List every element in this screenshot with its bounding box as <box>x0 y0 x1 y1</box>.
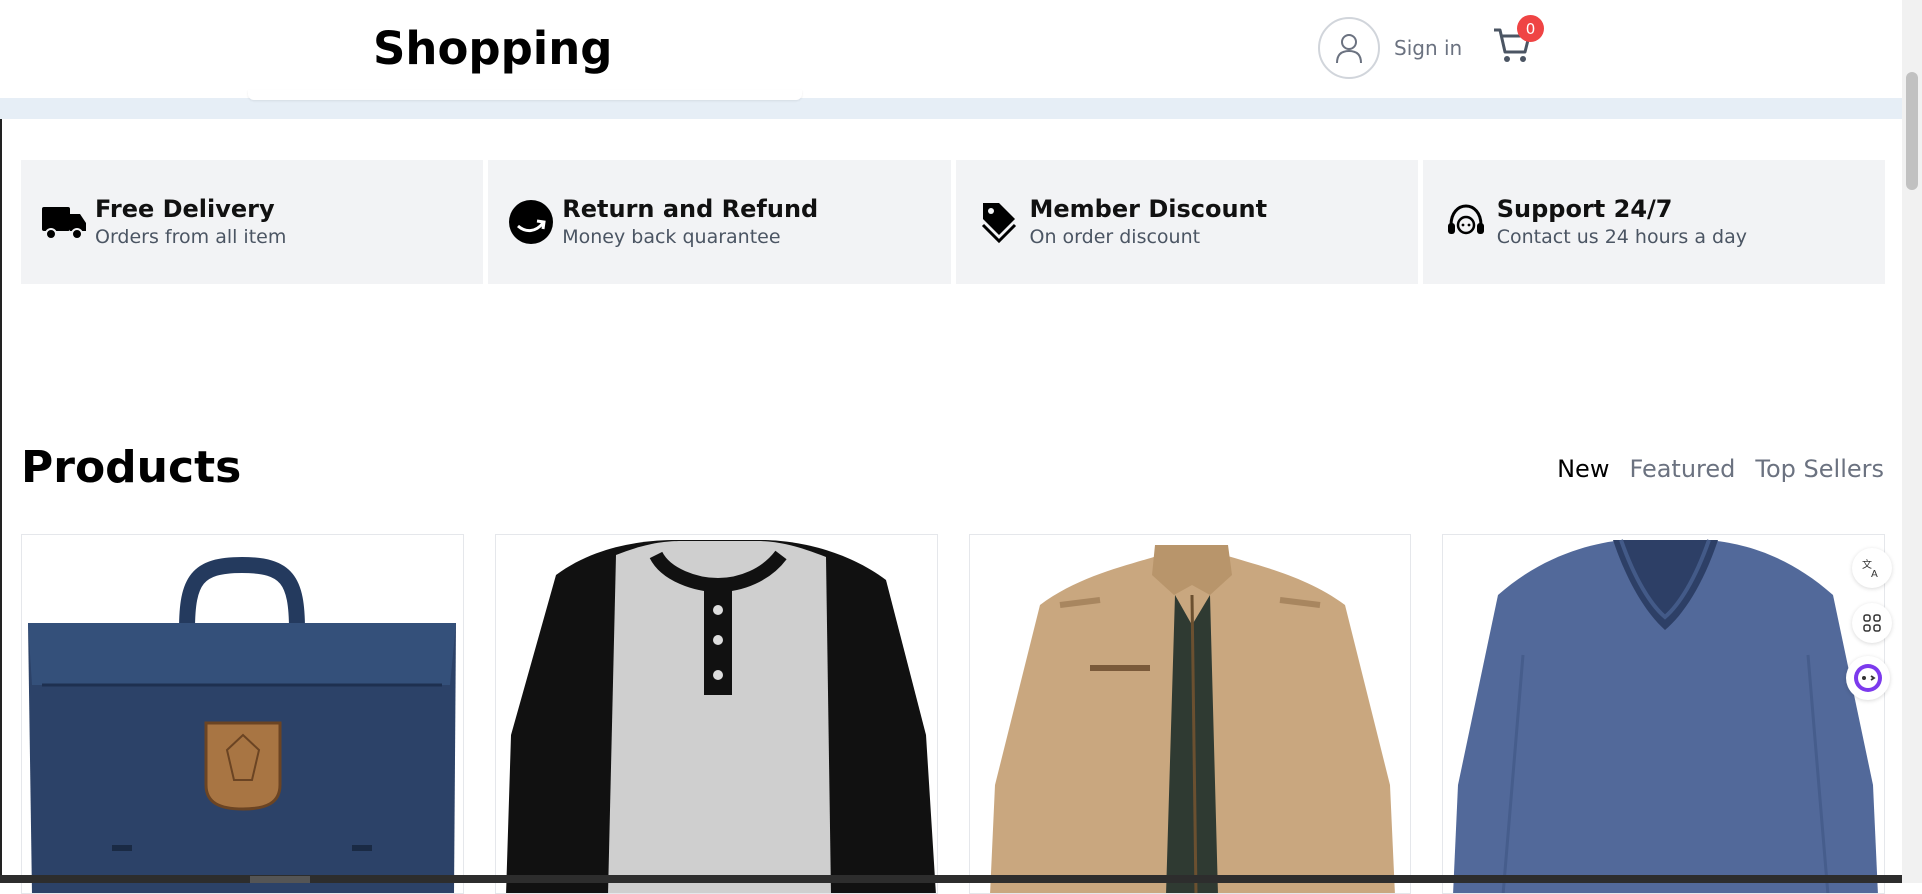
feature-title: Return and Refund <box>562 195 819 223</box>
translate-icon: 文 A <box>1862 558 1878 579</box>
refund-icon <box>506 197 556 247</box>
feature-member-discount: Member Discount On order discount <box>955 160 1418 284</box>
search-bar-edge <box>248 90 802 100</box>
user-icon <box>1318 17 1380 79</box>
tag-icon <box>974 197 1024 247</box>
features-strip: Free Delivery Orders from all item Retur… <box>21 160 1885 284</box>
product-card[interactable] <box>494 534 938 894</box>
product-image-henley-shirt <box>505 540 936 893</box>
apps-widget[interactable] <box>1852 603 1892 643</box>
translate-widget[interactable]: 文 A <box>1852 548 1892 588</box>
header-band <box>0 98 1902 119</box>
window-edge <box>0 0 2 883</box>
svg-text:A: A <box>1871 569 1878 579</box>
assistant-widget[interactable] <box>1846 656 1890 700</box>
tab-top-sellers[interactable]: Top Sellers <box>1755 455 1884 483</box>
assistant-icon <box>1854 664 1882 692</box>
feature-title: Member Discount <box>1029 195 1268 223</box>
products-heading: Products <box>21 442 242 493</box>
tab-new[interactable]: New <box>1557 455 1609 483</box>
cart-count-badge: 0 <box>1517 15 1544 42</box>
horizontal-scrollbar-thumb[interactable] <box>250 876 310 883</box>
product-image-jacket <box>989 545 1395 893</box>
truck-icon <box>39 197 89 247</box>
grid-icon <box>1863 614 1881 632</box>
product-card[interactable] <box>968 534 1412 894</box>
feature-support: Support 24/7 Contact us 24 hours a day <box>1422 160 1885 284</box>
feature-subtitle: Contact us 24 hours a day <box>1496 226 1747 248</box>
feature-free-delivery: Free Delivery Orders from all item <box>21 160 484 284</box>
tab-featured[interactable]: Featured <box>1629 455 1735 483</box>
cart-button[interactable]: 0 <box>1492 15 1544 70</box>
feature-subtitle: On order discount <box>1029 226 1201 248</box>
site-header: Shopping Sign in 0 <box>0 0 1902 98</box>
feature-subtitle: Money back quarantee <box>562 226 781 248</box>
feature-subtitle: Orders from all item <box>95 226 287 248</box>
sign-in-label: Sign in <box>1394 36 1463 60</box>
brand-logo[interactable]: Shopping <box>373 22 612 75</box>
feature-title: Support 24/7 <box>1496 195 1673 223</box>
feature-return-refund: Return and Refund Money back quarantee <box>488 160 951 284</box>
sign-in-button[interactable]: Sign in <box>1318 17 1462 79</box>
product-image-backpack <box>28 556 456 893</box>
feature-title: Free Delivery <box>95 195 275 223</box>
product-tabs: New Featured Top Sellers <box>1557 455 1884 483</box>
scrollbar-thumb[interactable] <box>1906 72 1918 190</box>
product-image-sweater <box>1453 539 1879 893</box>
product-card[interactable] <box>21 534 464 894</box>
product-grid <box>21 534 1885 894</box>
headset-icon <box>1441 197 1491 247</box>
product-card[interactable] <box>1442 534 1885 894</box>
